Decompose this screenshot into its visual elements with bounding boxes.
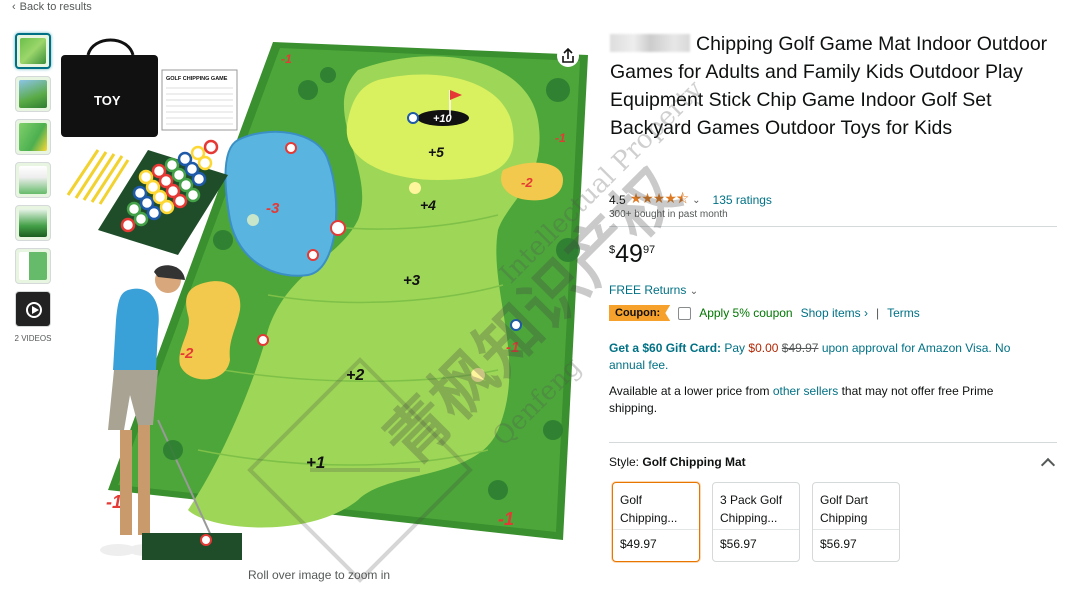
scorecard: GOLF CHIPPING GAME <box>161 69 238 131</box>
zone-minus-1-top: -1 <box>281 52 292 66</box>
thumbnail-5[interactable] <box>15 205 51 241</box>
style-option[interactable]: Golf Dart Chipping $56.97 <box>812 482 900 562</box>
lower-price-before: Available at a lower price from <box>609 384 770 398</box>
tray-ball <box>132 185 148 201</box>
carry-bag: TOY <box>61 38 158 137</box>
chevron-down-icon[interactable]: ⌄ <box>692 195 700 206</box>
zoom-hint: Roll over image to zoom in <box>248 568 391 582</box>
tray-ball <box>190 145 206 161</box>
separator: | <box>875 306 880 320</box>
zone-minus-2-left: -2 <box>180 345 194 362</box>
gift-pay-amount: $0.00 <box>748 341 779 355</box>
coupon-checkbox[interactable] <box>678 306 692 320</box>
scorecard-title: GOLF CHIPPING GAME <box>166 76 228 82</box>
chevron-down-icon: ⌄ <box>689 286 699 297</box>
free-returns-label: FREE Returns <box>609 283 687 297</box>
price-fraction: 97 <box>642 244 656 256</box>
style-option-name: Golf Chipping... <box>613 483 699 530</box>
terms-link[interactable]: Terms <box>887 306 920 320</box>
shop-items-link[interactable]: Shop items › <box>801 306 868 320</box>
style-option-price: $56.97 <box>820 537 857 551</box>
videos-count-label: 2 VIDEOS <box>14 334 52 343</box>
chevron-left-icon: ‹ <box>12 1 16 13</box>
gift-pay-label: Pay <box>724 341 746 355</box>
style-option[interactable]: Golf Chipping... $49.97 <box>612 482 700 562</box>
rating-value: 4.5 <box>609 193 626 207</box>
zone-plus-1: +1 <box>306 453 325 472</box>
price: $ 49 97 <box>609 240 655 268</box>
lower-price-note: Available at a lower price from other se… <box>609 383 1039 417</box>
zone-plus-3: +3 <box>403 272 421 289</box>
style-selected: Golf Chipping Mat <box>642 455 746 469</box>
bag-brand: TOY <box>94 93 121 108</box>
play-icon <box>26 302 42 318</box>
style-option[interactable]: 3 Pack Golf Chipping... $56.97 <box>712 482 800 562</box>
tray-ball <box>151 163 167 179</box>
price-whole: 49 <box>615 240 643 268</box>
style-option-name: Golf Dart Chipping <box>813 483 899 530</box>
ratings-link[interactable]: 135 ratings <box>713 193 772 207</box>
gift-card-heading: Get a $60 Gift Card: <box>609 341 722 355</box>
tray-ball <box>120 217 136 233</box>
product-title: Chipping Golf Game Mat Indoor Outdoor Ga… <box>610 30 1070 142</box>
zone-minus-1-top-right: -1 <box>555 131 566 145</box>
free-returns-link[interactable]: FREE Returns ⌄ <box>609 283 698 297</box>
tray-ball <box>126 201 142 217</box>
chevron-up-icon[interactable] <box>1040 457 1056 473</box>
style-option-price: $49.97 <box>620 537 657 551</box>
back-label: Back to results <box>19 1 92 13</box>
thumbnail-6[interactable] <box>15 248 51 284</box>
thumbnail-2[interactable] <box>15 76 51 112</box>
coupon-text: Apply 5% coupon <box>699 306 793 320</box>
thumbnail-1[interactable] <box>15 33 51 69</box>
style-option-price: $56.97 <box>720 537 757 551</box>
thumbnail-4[interactable] <box>15 162 51 198</box>
golf-tees <box>66 149 130 205</box>
main-product-image[interactable]: +10 +5 +4 +3 +2 +1 -3 -2 -2 -1 -1 -1 -1 … <box>58 30 588 560</box>
zone-minus-1-bottom: -1 <box>498 509 514 529</box>
gift-original-price: $49.97 <box>781 341 819 355</box>
coupon-row: Coupon: Apply 5% coupon Shop items › | T… <box>609 305 920 321</box>
zone-plus-4: +4 <box>420 197 436 213</box>
tray-ball <box>177 151 193 167</box>
divider <box>609 442 1057 443</box>
zone-minus-2-right: -2 <box>521 175 533 190</box>
bought-count: 300+ bought in past month <box>609 209 728 220</box>
coupon-tag: Coupon: <box>609 305 671 321</box>
style-label: Style: <box>609 455 640 469</box>
blurred-brand <box>610 34 690 52</box>
zone-minus-1-right: -1 <box>506 339 519 356</box>
zone-plus-2: +2 <box>346 367 364 384</box>
thumbnail-3[interactable] <box>15 119 51 155</box>
tray-ball <box>164 157 180 173</box>
video-thumbnail[interactable] <box>15 291 51 327</box>
hole-label: +10 <box>433 113 453 125</box>
tray-ball <box>138 169 154 185</box>
zone-plus-5: +5 <box>428 144 444 160</box>
style-selector-header[interactable]: Style: Golf Chipping Mat <box>609 455 1057 473</box>
style-option-name: 3 Pack Golf Chipping... <box>713 483 799 530</box>
divider <box>609 226 1057 227</box>
other-sellers-link[interactable]: other sellers <box>773 384 838 398</box>
style-options: Golf Chipping... $49.97 3 Pack Golf Chip… <box>612 482 900 562</box>
zone-minus-1-left: -1 <box>106 492 122 512</box>
gift-card-offer[interactable]: Get a $60 Gift Card: Pay $0.00 $49.97 up… <box>609 340 1029 374</box>
share-icon[interactable] <box>557 45 579 67</box>
tray-ball <box>203 139 219 155</box>
zone-minus-3: -3 <box>266 200 280 217</box>
back-to-results-link[interactable]: ‹ Back to results <box>12 1 92 13</box>
thumbnail-strip: 2 VIDEOS <box>15 33 53 343</box>
